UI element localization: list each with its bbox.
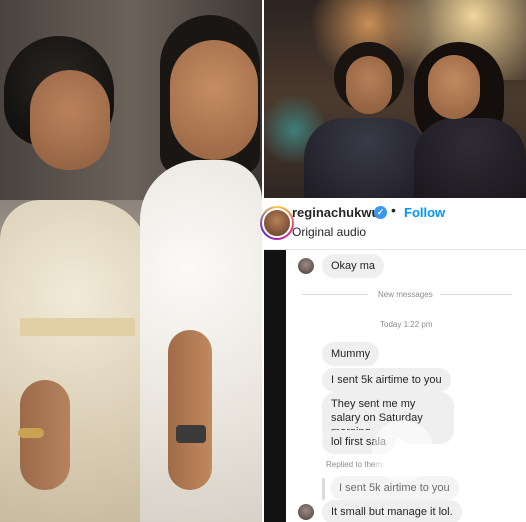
message-row: It small but manage it lol. <box>298 500 462 522</box>
message-row: Okay ma <box>298 254 385 278</box>
play-triangle-icon <box>396 436 420 466</box>
woman-left-face <box>30 70 110 170</box>
avatar-image <box>262 208 292 238</box>
chat-left-edge <box>264 250 286 522</box>
message-bubble[interactable]: It small but manage it lol. <box>322 500 462 522</box>
bracelet <box>18 428 44 438</box>
verified-badge-icon: ✓ <box>374 206 387 219</box>
sender-avatar <box>298 504 314 520</box>
separator-dot: • <box>391 202 396 218</box>
username[interactable]: reginachukwu <box>292 205 379 220</box>
message-bubble[interactable]: Okay ma <box>322 254 385 278</box>
right-photo <box>264 0 526 198</box>
profile-avatar[interactable] <box>260 206 294 240</box>
post-header: reginachukwu ✓ • Follow Original audio <box>260 198 526 250</box>
left-photo <box>0 0 262 522</box>
divider-right <box>440 294 512 295</box>
sender-avatar <box>298 258 314 274</box>
new-messages-label: New messages <box>378 290 433 299</box>
woman-right-face <box>170 40 258 160</box>
chat-screenshot: Okay ma New messages Today 1:22 pm Mummy… <box>264 250 526 522</box>
message-timestamp: Today 1:22 pm <box>380 320 433 329</box>
message-bubble[interactable]: Mummy <box>322 342 380 366</box>
follow-button[interactable]: Follow <box>404 205 445 220</box>
woman-right-arm <box>168 330 212 490</box>
divider-left <box>302 294 368 295</box>
wrist-watch <box>176 425 206 443</box>
woman-left-belt <box>20 318 135 336</box>
audio-label[interactable]: Original audio <box>292 225 366 239</box>
message-row: Mummy <box>322 342 380 366</box>
message-bubble[interactable]: I sent 5k airtime to you <box>322 368 451 392</box>
girl-dress <box>304 118 429 198</box>
mother-dress <box>414 118 526 198</box>
play-icon[interactable] <box>372 420 434 482</box>
message-row: I sent 5k airtime to you <box>322 368 451 392</box>
reply-indicator <box>322 478 325 500</box>
girl-face <box>346 56 392 114</box>
mother-face <box>428 55 480 119</box>
